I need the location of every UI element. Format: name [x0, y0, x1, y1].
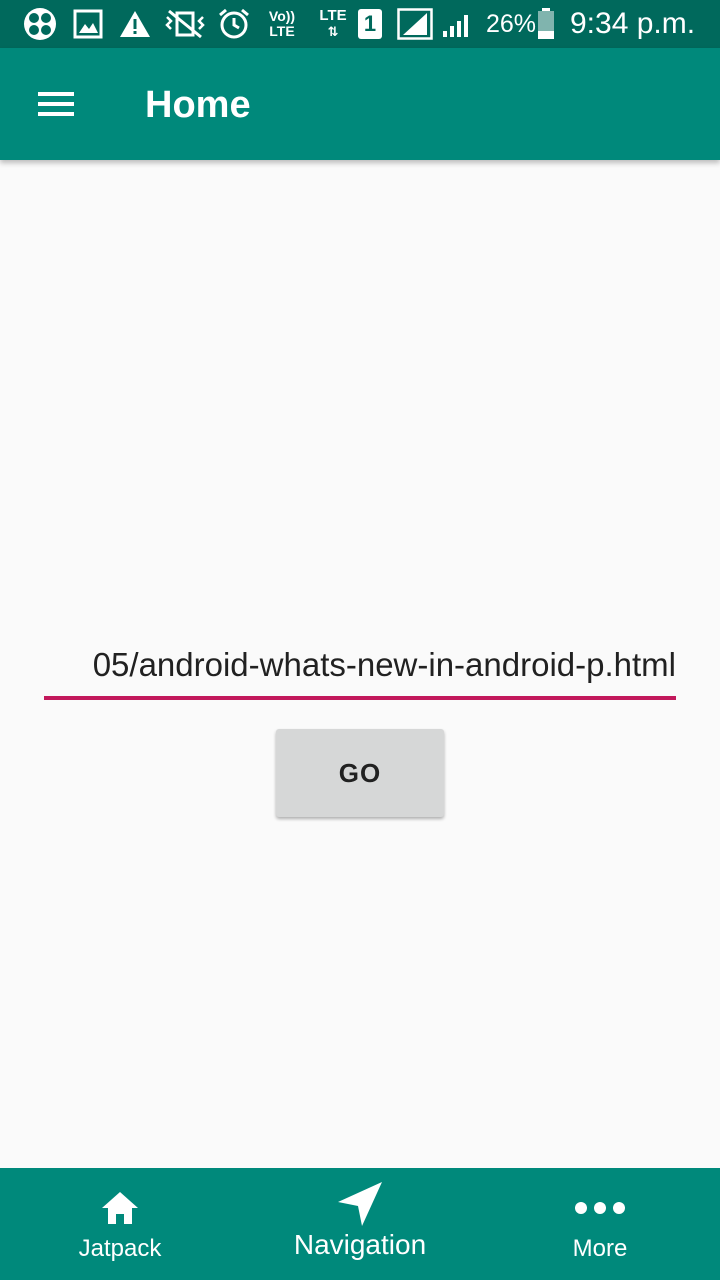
hamburger-menu-icon [38, 92, 74, 116]
fan-app-icon [22, 8, 58, 40]
sim-slot-icon: 1 [356, 8, 384, 40]
more-horizontal-icon [574, 1184, 626, 1232]
main-content: 05/android-whats-new-in-android-p.html G… [0, 160, 720, 1168]
app-bar: Home [0, 48, 720, 160]
volte-icon: Vo)) LTE [268, 8, 296, 39]
warning-icon [118, 8, 152, 40]
alarm-clock-icon [216, 8, 252, 40]
nav-label-navigation: Navigation [293, 1229, 427, 1260]
status-bar: Vo)) LTE LTE ⇅ 1 26% 9:34 p.m. [0, 0, 720, 48]
home-icon [100, 1184, 140, 1232]
signal-bars-icon [440, 8, 476, 40]
bottom-navigation: Jatpack Navigation More [0, 1168, 720, 1280]
nav-item-more[interactable]: More [480, 1168, 720, 1280]
go-button[interactable]: GO [276, 729, 444, 817]
battery-icon [536, 8, 556, 40]
nav-label-jatpack: Jatpack [78, 1235, 162, 1262]
url-input-value[interactable]: 05/android-whats-new-in-android-p.html [93, 642, 676, 688]
vibrate-mute-icon [162, 8, 208, 40]
navigation-arrow-icon [336, 1180, 384, 1228]
menu-button[interactable] [20, 68, 92, 140]
nav-item-navigation[interactable]: Navigation [240, 1168, 480, 1280]
lte-data-icon: LTE ⇅ [319, 7, 347, 40]
nav-item-jatpack[interactable]: Jatpack [0, 1168, 240, 1280]
signal-strength-icon [396, 8, 434, 40]
nav-label-more: More [572, 1235, 628, 1262]
url-input[interactable]: 05/android-whats-new-in-android-p.html [44, 640, 676, 700]
battery-percent: 26% [486, 10, 537, 38]
clock: 9:34 p.m. [570, 7, 696, 40]
gallery-image-icon [72, 8, 104, 40]
page-title: Home [145, 84, 251, 126]
